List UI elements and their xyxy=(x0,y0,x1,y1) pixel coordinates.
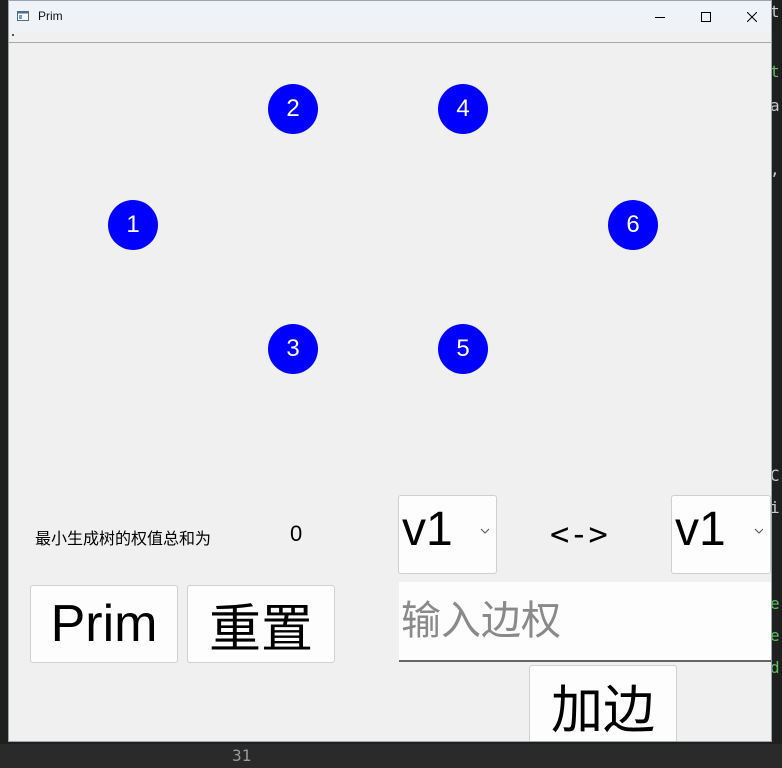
close-button[interactable] xyxy=(729,1,771,32)
menu-bar-grip xyxy=(12,34,14,36)
node-label: 6 xyxy=(626,211,640,238)
prim-button[interactable]: Prim xyxy=(30,585,178,663)
maximize-icon xyxy=(701,11,711,22)
mst-weight-value: 0 xyxy=(290,521,303,546)
node-label: 5 xyxy=(456,335,470,362)
background-editor-bottom: 31 xyxy=(0,744,782,768)
edge-direction-label: <-> xyxy=(550,515,608,553)
line-number: 31 xyxy=(232,746,252,765)
mst-weight-label: 最小生成树的权值总和为 xyxy=(35,529,212,548)
close-icon xyxy=(747,11,757,22)
chevron-down-icon xyxy=(754,528,764,534)
graph-node-3[interactable]: 3 xyxy=(268,324,318,374)
reset-button[interactable]: 重置 xyxy=(187,585,335,663)
menu-bar-divider xyxy=(9,42,771,43)
add-edge-button-label: 加边 xyxy=(550,680,655,741)
prim-window: Prim 1 2 3 4 5 6 最小生成树的权值总和为 0 v1 <-> v1… xyxy=(8,0,772,742)
app-icon xyxy=(17,11,29,21)
maximize-button[interactable] xyxy=(683,1,729,32)
graph-node-5[interactable]: 5 xyxy=(438,324,488,374)
minimize-icon xyxy=(655,16,665,18)
from-vertex-value: v1 xyxy=(402,503,453,556)
node-label: 1 xyxy=(126,211,140,238)
to-vertex-select[interactable]: v1 xyxy=(671,495,771,574)
add-edge-button[interactable]: 加边 xyxy=(529,665,677,741)
graph-node-1[interactable]: 1 xyxy=(108,200,158,250)
node-label: 2 xyxy=(286,95,300,122)
node-label: 4 xyxy=(456,95,470,122)
node-label: 3 xyxy=(286,335,300,362)
chevron-down-icon xyxy=(480,528,490,534)
graph-node-6[interactable]: 6 xyxy=(608,200,658,250)
window-title: Prim xyxy=(38,9,63,23)
from-vertex-select[interactable]: v1 xyxy=(398,495,497,574)
title-bar[interactable]: Prim xyxy=(9,1,771,32)
minimize-button[interactable] xyxy=(637,1,683,32)
edge-weight-input[interactable] xyxy=(399,582,771,662)
to-vertex-value: v1 xyxy=(675,503,726,556)
reset-button-label: 重置 xyxy=(208,599,313,660)
prim-button-label: Prim xyxy=(50,595,158,653)
graph-node-4[interactable]: 4 xyxy=(438,84,488,134)
graph-node-2[interactable]: 2 xyxy=(268,84,318,134)
